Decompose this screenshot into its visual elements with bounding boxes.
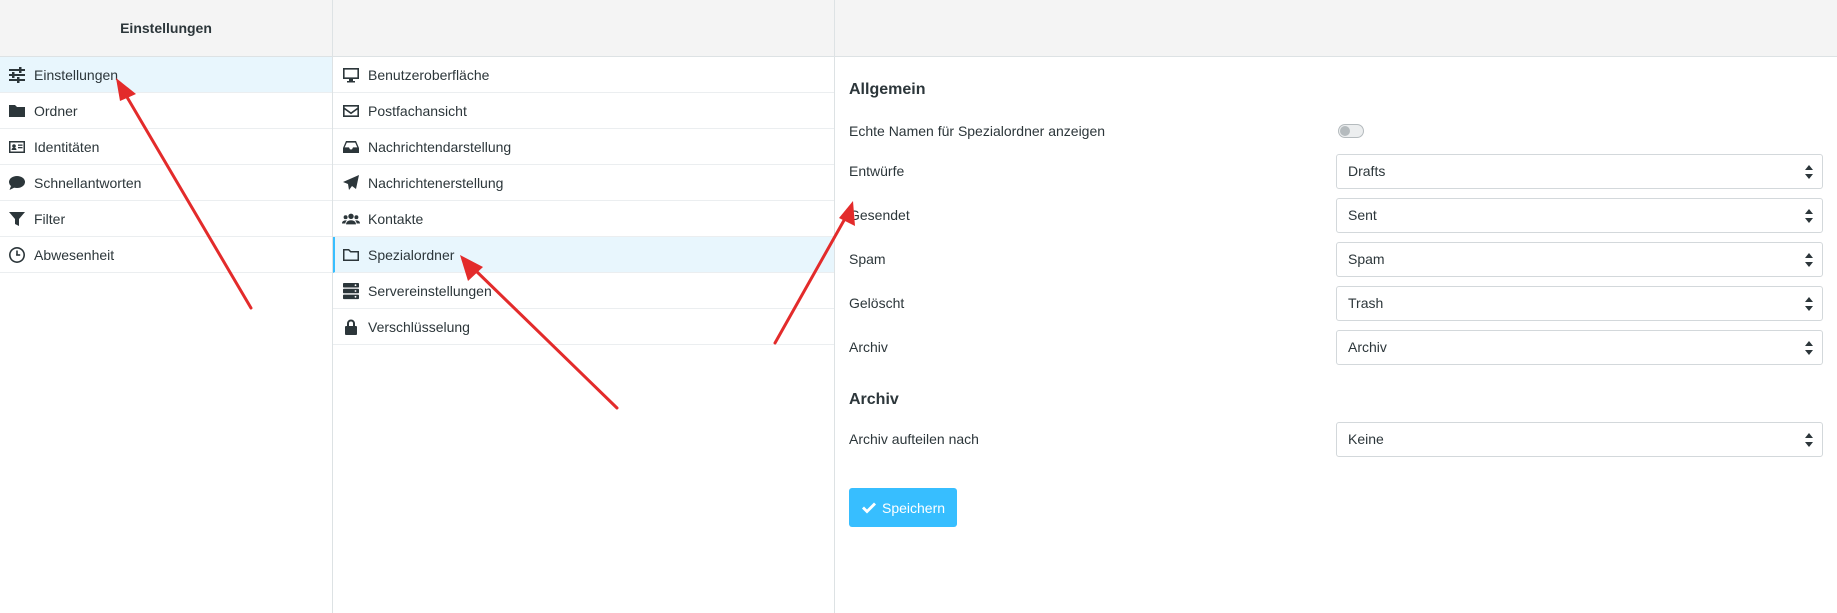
settings-subsections-list: Benutzeroberfläche Postfachansicht Nachr…: [333, 57, 834, 345]
envelope-icon: [342, 102, 360, 120]
panel-header: [835, 0, 1837, 57]
settings-content-panel: Allgemein Echte Namen für Spezialordner …: [835, 0, 1837, 613]
section-item-label: Filter: [34, 210, 66, 227]
section-item-identitaeten[interactable]: Identitäten: [0, 129, 332, 165]
archive-split-select[interactable]: Keine: [1336, 421, 1823, 457]
section-item-label: Ordner: [34, 102, 78, 119]
drafts-label: Entwürfe: [849, 163, 905, 179]
subsection-item-nachrichtenerstellung[interactable]: Nachrichtenerstellung: [333, 165, 834, 201]
users-icon: [342, 210, 360, 228]
save-button-label: Speichern: [882, 499, 946, 516]
spam-select[interactable]: Spam: [1336, 241, 1823, 277]
section-title-general: Allgemein: [849, 81, 926, 98]
row-archive-split: Archiv aufteilen nach Keine: [849, 417, 1823, 461]
monitor-icon: [342, 66, 360, 84]
save-button[interactable]: Speichern: [849, 488, 958, 527]
sent-select-value: Sent: [1348, 207, 1377, 223]
comment-icon: [8, 174, 26, 192]
server-icon: [342, 282, 360, 300]
section-item-label: Schnellantworten: [34, 174, 142, 191]
row-archive: Archiv Archiv: [849, 325, 1823, 369]
subsection-item-label: Verschlüsselung: [368, 318, 470, 335]
section-item-label: Identitäten: [34, 138, 100, 155]
archive-select[interactable]: Archiv: [1336, 329, 1823, 365]
section-item-filter[interactable]: Filter: [0, 201, 332, 237]
paper-plane-icon: [342, 174, 360, 192]
subsection-item-label: Nachrichtendarstellung: [368, 138, 512, 155]
select-arrows-icon: [1805, 252, 1813, 267]
trash-select-value: Trash: [1348, 295, 1384, 311]
subsection-item-kontakte[interactable]: Kontakte: [333, 201, 834, 237]
show-real-names-label: Echte Namen für Spezialordner anzeigen: [849, 123, 1106, 139]
lock-icon: [342, 318, 360, 336]
spam-select-value: Spam: [1348, 251, 1385, 267]
drafts-select[interactable]: Drafts: [1336, 153, 1823, 189]
trash-label: Gelöscht: [849, 295, 905, 311]
spam-label: Spam: [849, 251, 886, 267]
trash-select[interactable]: Trash: [1336, 285, 1823, 321]
subsection-item-nachrichtendarstellung[interactable]: Nachrichtendarstellung: [333, 129, 834, 165]
subsection-item-label: Nachrichtenerstellung: [368, 174, 504, 191]
id-card-icon: [8, 138, 26, 156]
select-arrows-icon: [1805, 208, 1813, 223]
checkmark-icon: [862, 502, 876, 513]
archive-label: Archiv: [849, 339, 888, 355]
archive-select-value: Archiv: [1348, 339, 1387, 355]
show-real-names-toggle[interactable]: [1338, 124, 1364, 138]
subsection-item-label: Kontakte: [368, 210, 424, 227]
folder-icon: [8, 102, 26, 120]
section-item-einstellungen[interactable]: Einstellungen: [0, 57, 332, 93]
inbox-icon: [342, 138, 360, 156]
row-trash: Gelöscht Trash: [849, 281, 1823, 325]
section-item-ordner[interactable]: Ordner: [0, 93, 332, 129]
select-arrows-icon: [1805, 296, 1813, 311]
settings-subsections-panel: Benutzeroberfläche Postfachansicht Nachr…: [333, 0, 835, 613]
row-drafts: Entwürfe Drafts: [849, 149, 1823, 193]
panel-title: Einstellungen: [0, 0, 332, 57]
drafts-select-value: Drafts: [1348, 163, 1386, 179]
subsection-item-label: Spezialordner: [368, 246, 455, 263]
row-sent: Gesendet Sent: [849, 193, 1823, 237]
toggle-knob: [1340, 126, 1350, 136]
clock-icon: [8, 246, 26, 264]
select-arrows-icon: [1805, 164, 1813, 179]
subsection-item-label: Servereinstellungen: [368, 282, 492, 299]
sliders-icon: [8, 66, 26, 84]
subsection-item-servereinstellungen[interactable]: Servereinstellungen: [333, 273, 834, 309]
subsection-item-verschluesselung[interactable]: Verschlüsselung: [333, 309, 834, 345]
special-folders-form: Allgemein Echte Namen für Spezialordner …: [835, 57, 1837, 527]
section-item-label: Abwesenheit: [34, 246, 115, 263]
panel-header: [333, 0, 834, 57]
subsection-item-postfachansicht[interactable]: Postfachansicht: [333, 93, 834, 129]
subsection-item-spezialordner[interactable]: Spezialordner: [333, 237, 834, 273]
select-arrows-icon: [1805, 432, 1813, 447]
section-title-archive: Archiv: [849, 391, 899, 408]
filter-icon: [8, 210, 26, 228]
subsection-item-benutzeroberflaeche[interactable]: Benutzeroberfläche: [333, 57, 834, 93]
row-spam: Spam Spam: [849, 237, 1823, 281]
select-arrows-icon: [1805, 340, 1813, 355]
row-show-real-names: Echte Namen für Spezialordner anzeigen: [849, 113, 1823, 149]
archive-split-select-value: Keine: [1348, 431, 1384, 447]
section-item-schnellantworten[interactable]: Schnellantworten: [0, 165, 332, 201]
sent-select[interactable]: Sent: [1336, 197, 1823, 233]
settings-sections-panel: Einstellungen Einstellungen Ordner Ident…: [0, 0, 333, 613]
subsection-item-label: Benutzeroberfläche: [368, 66, 490, 83]
sent-label: Gesendet: [849, 207, 910, 223]
section-item-abwesenheit[interactable]: Abwesenheit: [0, 237, 332, 273]
archive-split-label: Archiv aufteilen nach: [849, 431, 979, 447]
folder-open-icon: [342, 246, 360, 264]
section-item-label: Einstellungen: [34, 66, 119, 83]
settings-sections-list: Einstellungen Ordner Identitäten Schnell…: [0, 57, 332, 273]
subsection-item-label: Postfachansicht: [368, 102, 467, 119]
